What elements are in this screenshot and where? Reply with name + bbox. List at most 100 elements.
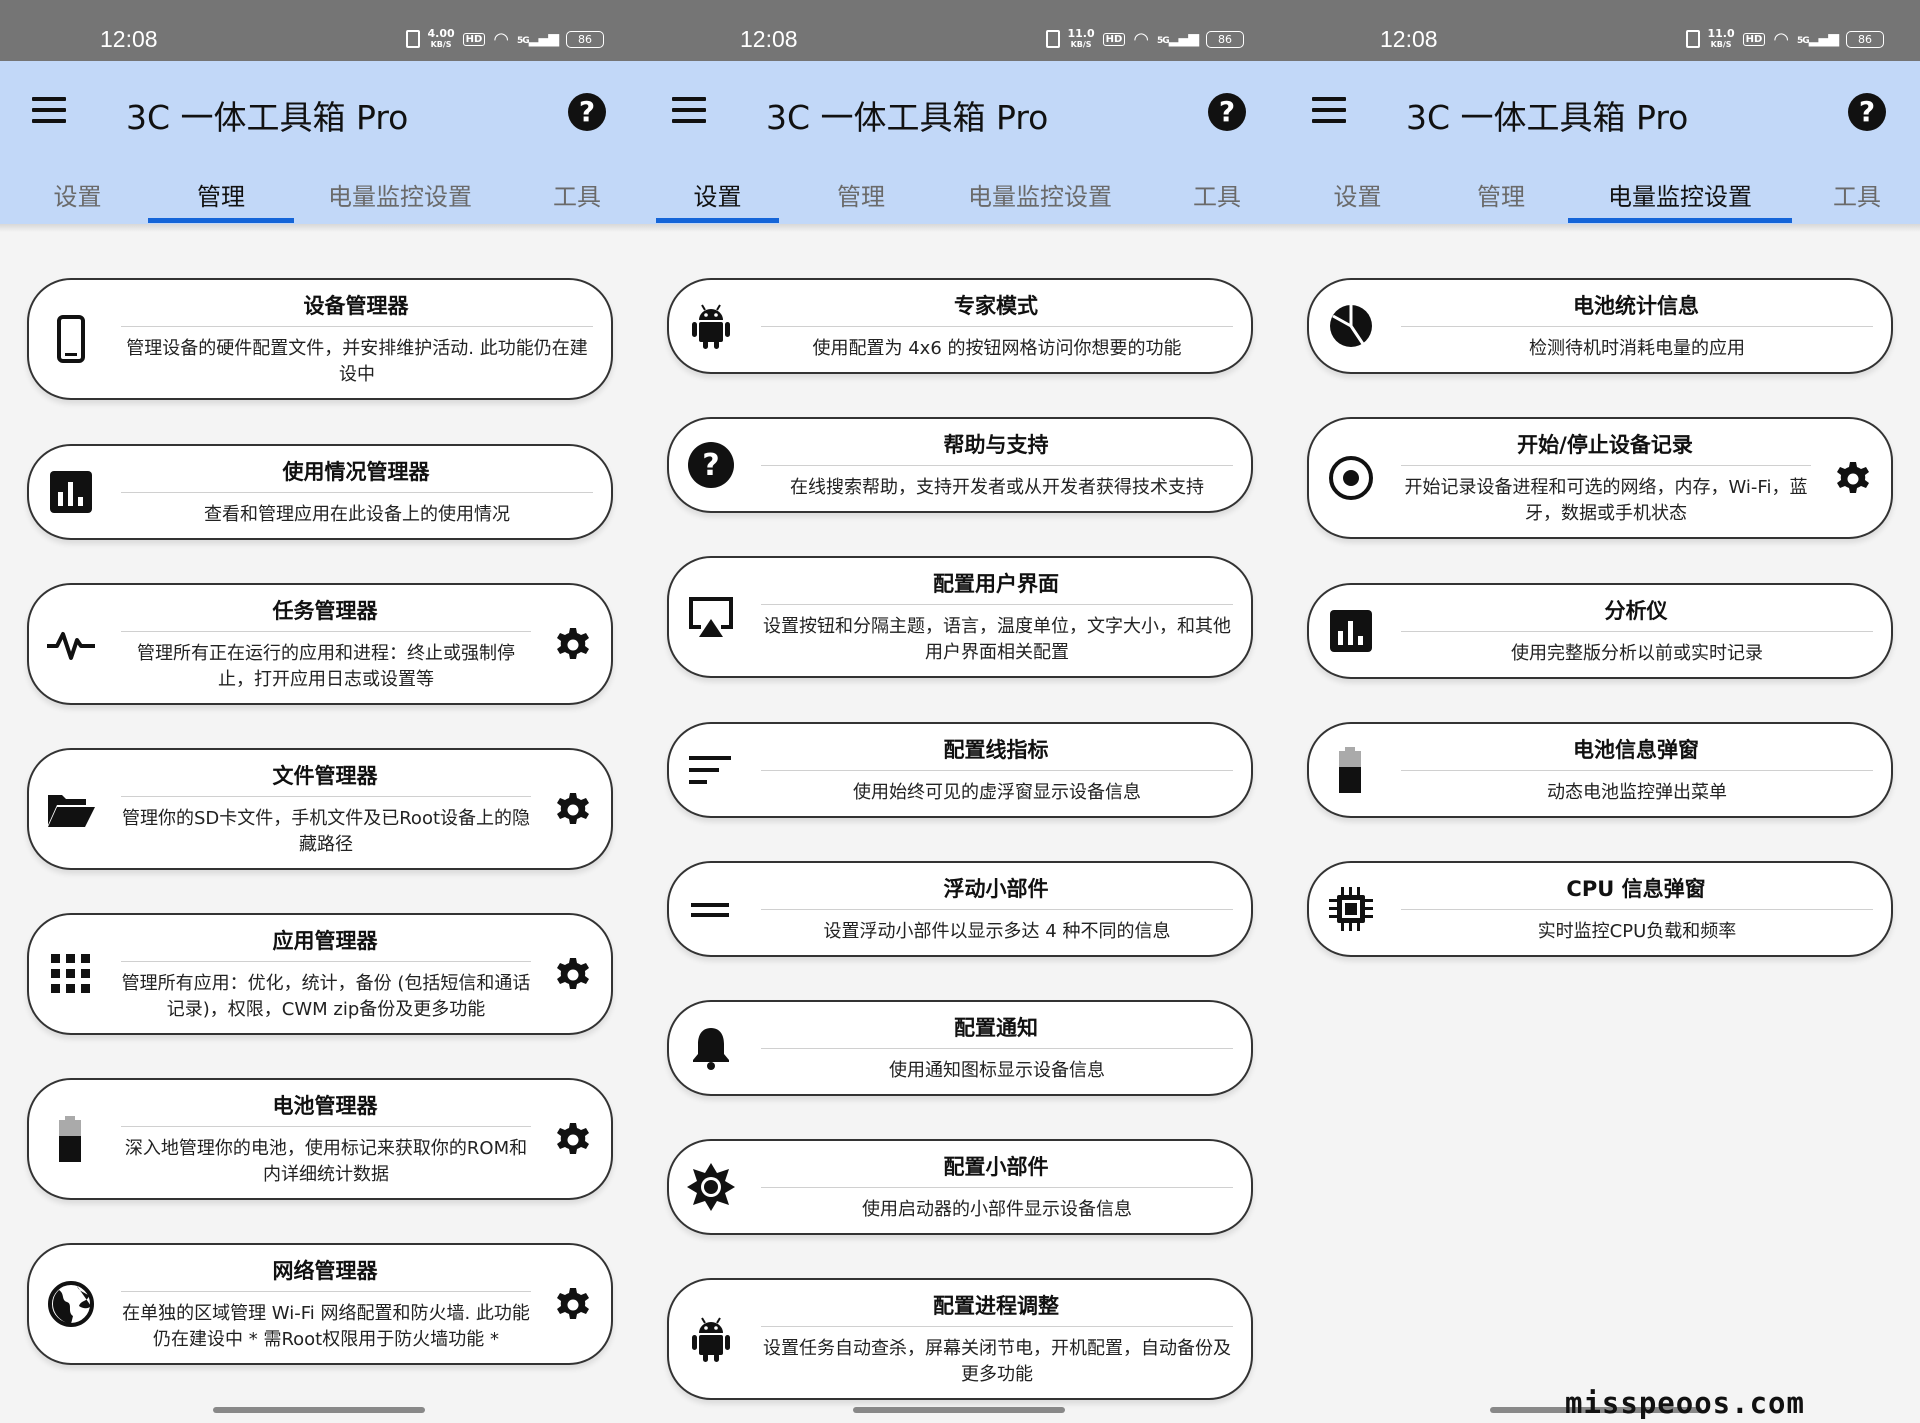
card-description: 检测待机时消耗电量的应用 [1529, 338, 1745, 359]
bell-icon [683, 1020, 739, 1076]
card-description: 在单独的区域管理 Wi-Fi 网络配置和防火墙. 此功能仍在建设中 * 需Roo… [122, 1303, 530, 1350]
app-title: 3C 一体工具箱 Pro [126, 98, 409, 137]
feature-card[interactable]: 配置用户界面 设置按钮和分隔主题，语言，温度单位，文字大小，和其他用户界面相关配置 [667, 556, 1253, 678]
tab-2[interactable]: 电量监控设置 [1592, 177, 1768, 212]
feature-card[interactable]: 电池管理器 深入地管理你的电池，使用标记来获取你的ROM和内详细统计数据 [27, 1078, 613, 1200]
gear-icon[interactable] [1831, 456, 1875, 500]
battery-status: 86 [566, 30, 604, 48]
screen-panel-battery-monitor: 12:08 11.0 KB/S HD ◠ 5G▂▄▆ 86 3C 一体工具箱 Pro? 设置 管理… [1280, 0, 1920, 1423]
feature-card[interactable]: 任务管理器 管理所有正在运行的应用和进程：终止或强制停止，打开应用日志或设置等 [27, 583, 613, 705]
feature-card[interactable]: ? 帮助与支持 在线搜索帮助，支持开发者或从开发者获得技术支持 [667, 417, 1253, 513]
airplay-icon [683, 589, 739, 645]
gear-icon[interactable] [551, 952, 595, 996]
card-title: 配置线指标 [943, 738, 1049, 762]
pulse-icon [43, 616, 99, 672]
card-divider [121, 1126, 531, 1127]
feature-card[interactable]: 电池统计信息 检测待机时消耗电量的应用 [1307, 278, 1893, 374]
home-indicator[interactable] [213, 1407, 425, 1413]
feature-card[interactable]: CPU 信息弹窗 实时监控CPU负载和频率 [1307, 861, 1893, 957]
feature-card[interactable]: 文件管理器管理你的SD卡文件，手机文件及已Root设备上的隐藏路径 [27, 748, 613, 870]
menu-icon[interactable] [32, 97, 66, 123]
card-description: 查看和管理应用在此设备上的使用情况 [204, 504, 510, 525]
card-description: 设置任务自动查杀，屏幕关闭节电，开机配置，自动备份及更多功能 [763, 1338, 1231, 1385]
network-speed: 11.0 KB/S [1067, 26, 1095, 49]
card-divider [761, 1326, 1233, 1327]
feature-card[interactable]: 开始/停止设备记录 开始记录设备进程和可选的网络，内存，Wi-Fi，蓝牙，数据或手… [1307, 417, 1893, 539]
card-description: 管理所有应用：优化，统计，备份 (包括短信和通话记录)，权限，CWM zip备份… [121, 973, 531, 1020]
tab-0[interactable]: 设置 [40, 177, 115, 212]
card-description: 动态电池监控弹出菜单 [1547, 782, 1727, 803]
app-bar: 3C 一体工具箱 Pro? [1280, 61, 1920, 161]
screen-panel-settings: 12:08 11.0 KB/S HD ◠ 5G▂▄▆ 86 3C 一体工具箱 Pro? 设置 管理… [640, 0, 1280, 1423]
feature-card[interactable]: 配置进程调整 设置任务自动查杀，屏幕关闭节电，开机配置，自动备份及更多功能 [667, 1278, 1253, 1400]
tab-2[interactable]: 电量监控设置 [312, 177, 488, 212]
wifi-icon: ◠ [1773, 28, 1790, 50]
card-divider [1401, 465, 1811, 466]
tab-bar-shadow [0, 224, 640, 232]
status-icons: 11.0 KB/S HD ◠ 5G▂▄▆ 86 [1045, 26, 1244, 50]
folder-open-icon [43, 781, 99, 837]
tab-3[interactable]: 工具 [1822, 177, 1892, 212]
status-icons: 4.00 KB/S HD ◠ 5G▂▄▆ 86 [405, 28, 604, 50]
feature-card[interactable]: 专家模式 使用配置为 4x6 的按钮网格访问你想要的功能 [667, 278, 1253, 374]
gear-icon[interactable] [551, 787, 595, 831]
card-divider [761, 1187, 1233, 1188]
feature-card[interactable]: 配置小部件 使用启动器的小部件显示设备信息 [667, 1139, 1253, 1235]
feature-card[interactable]: 浮动小部件 设置浮动小部件以显示多达 4 种不同的信息 [667, 861, 1253, 957]
feature-card[interactable]: 配置通知 使用通知图标显示设备信息 [667, 1000, 1253, 1096]
card-title: 应用管理器 [272, 929, 378, 953]
tab-0[interactable]: 设置 [680, 177, 755, 212]
card-description: 管理你的SD卡文件，手机文件及已Root设备上的隐藏路径 [121, 808, 531, 855]
card-divider [761, 604, 1233, 605]
tab-1[interactable]: 管理 [172, 177, 270, 212]
card-description: 在线搜索帮助，支持开发者或从开发者获得技术支持 [790, 477, 1204, 498]
card-title: 使用情况管理器 [282, 460, 430, 484]
help-icon[interactable]: ? [1208, 93, 1246, 131]
signal-icon: 5G▂▄▆ [1797, 31, 1839, 47]
card-title: 文件管理器 [272, 764, 378, 788]
app-bar: 3C 一体工具箱 Pro? [0, 61, 640, 161]
feature-card[interactable]: 应用管理器管理所有应用：优化，统计，备份 (包括短信和通话记录)，权限，CWM … [27, 913, 613, 1035]
card-divider [761, 326, 1233, 327]
card-title: 配置通知 [954, 1016, 1038, 1040]
card-title: 帮助与支持 [943, 433, 1049, 457]
screen-panel-manage: 12:08 4.00 KB/S HD ◠ 5G▂▄▆ 86 3C 一体工具箱 Pro? 设置 管理… [0, 0, 640, 1423]
tab-bar-shadow [1280, 224, 1920, 232]
tab-0[interactable]: 设置 [1320, 177, 1395, 212]
app-title: 3C 一体工具箱 Pro [766, 98, 1049, 137]
status-bar: 12:08 11.0 KB/S HD ◠ 5G▂▄▆ 86 [640, 0, 1280, 61]
tab-3[interactable]: 工具 [542, 177, 612, 212]
card-title: 配置用户界面 [933, 572, 1059, 596]
feature-card[interactable]: 电池信息弹窗 动态电池监控弹出菜单 [1307, 722, 1893, 818]
feature-card[interactable]: 使用情况管理器查看和管理应用在此设备上的使用情况 [27, 444, 613, 540]
tab-3[interactable]: 工具 [1182, 177, 1252, 212]
feature-card[interactable]: 网络管理器 在单独的区域管理 Wi-Fi 网络配置和防火墙. 此功能仍在建设中 *… [27, 1243, 613, 1365]
gear-icon[interactable] [551, 1282, 595, 1326]
feature-card[interactable]: 分析仪 使用完整版分析以前或实时记录 [1307, 583, 1893, 679]
tab-2[interactable]: 电量监控设置 [952, 177, 1128, 212]
menu-icon[interactable] [1312, 97, 1346, 123]
home-indicator[interactable] [853, 1407, 1065, 1413]
hd-icon: HD [1742, 32, 1766, 46]
signal-icon: 5G▂▄▆ [1157, 31, 1199, 47]
tab-1[interactable]: 管理 [1452, 177, 1550, 212]
help-icon[interactable]: ? [568, 93, 606, 131]
menu-icon[interactable] [672, 97, 706, 123]
card-divider [121, 326, 593, 327]
vibrate-icon [1685, 30, 1700, 48]
card-title: 浮动小部件 [943, 877, 1049, 901]
hd-icon: HD [1102, 32, 1126, 46]
wifi-icon: ◠ [493, 28, 510, 50]
gear-icon[interactable] [551, 1117, 595, 1161]
card-divider [121, 961, 531, 962]
gear-icon[interactable] [551, 622, 595, 666]
signal-icon: 5G▂▄▆ [517, 31, 559, 47]
card-description: 使用始终可见的虚浮窗显示设备信息 [853, 782, 1141, 803]
help-icon[interactable]: ? [1848, 93, 1886, 131]
tab-bar: 设置 管理 电量监控设置 工具 [640, 161, 1280, 224]
android-icon [683, 298, 739, 354]
feature-card[interactable]: 配置线指标使用始终可见的虚浮窗显示设备信息 [667, 722, 1253, 818]
card-divider [121, 1291, 531, 1292]
tab-1[interactable]: 管理 [812, 177, 910, 212]
feature-card[interactable]: 设备管理器 管理设备的硬件配置文件，并安排维护活动. 此功能仍在建设中 [27, 278, 613, 400]
